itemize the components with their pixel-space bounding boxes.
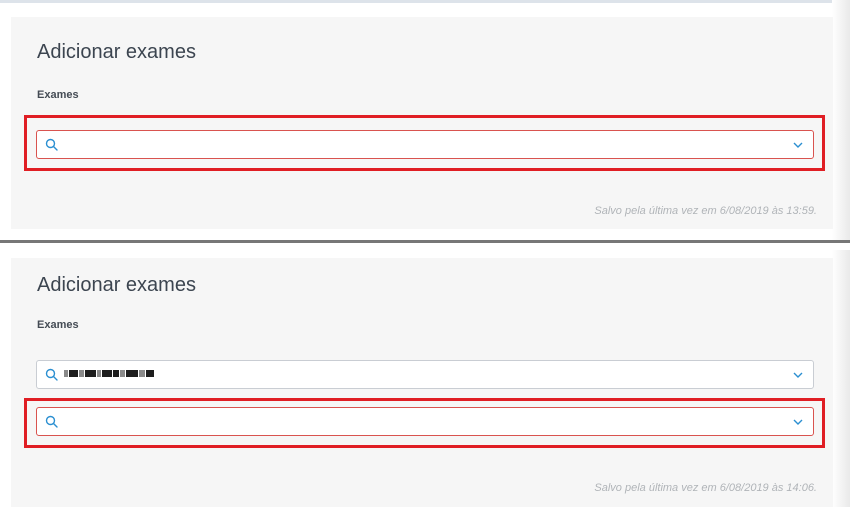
- exams-select[interactable]: [36, 130, 814, 159]
- screenshot-divider: [0, 240, 850, 243]
- add-exams-panel: Adicionar exames Exames Salvo pela últim…: [11, 258, 833, 507]
- add-exams-panel: Adicionar exames Exames Salvo pela últim…: [11, 17, 833, 229]
- panel-title: Adicionar exames: [37, 41, 196, 63]
- chevron-down-icon[interactable]: [793, 371, 803, 379]
- exams-field-label: Exames: [37, 89, 79, 101]
- right-edge-shadow: [832, 0, 850, 240]
- panel-title: Adicionar exames: [37, 274, 196, 296]
- exams-select[interactable]: [36, 407, 814, 436]
- search-icon: [45, 138, 58, 151]
- last-saved-note: Salvo pela última vez em 6/08/2019 às 14…: [594, 482, 817, 494]
- selected-exam-value: [64, 367, 155, 383]
- right-edge-shadow: [832, 250, 850, 507]
- exams-select-filled[interactable]: [36, 360, 814, 389]
- chevron-down-icon[interactable]: [793, 141, 803, 149]
- chevron-down-icon[interactable]: [793, 418, 803, 426]
- search-icon: [45, 368, 58, 381]
- last-saved-note: Salvo pela última vez em 6/08/2019 às 13…: [594, 205, 817, 217]
- exams-field-label: Exames: [37, 319, 79, 331]
- search-icon: [45, 415, 58, 428]
- top-border: [0, 0, 850, 3]
